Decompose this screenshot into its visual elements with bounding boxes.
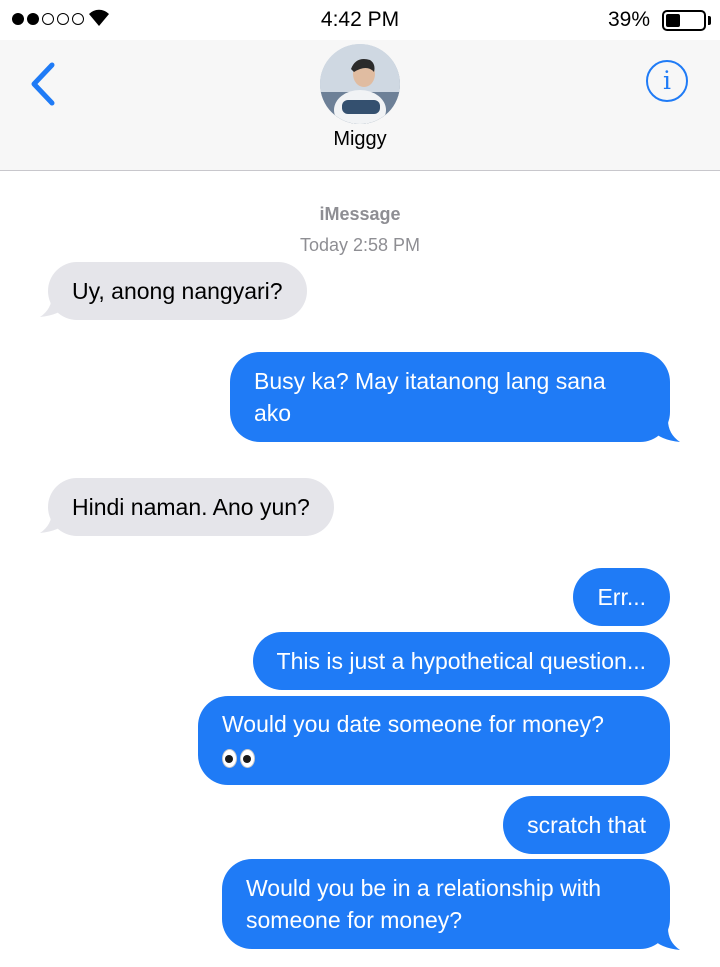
eyes-emoji-icon <box>222 749 255 769</box>
message-bubble-outgoing[interactable]: Err... <box>573 568 670 626</box>
eye-left <box>222 749 237 769</box>
message-bubble-outgoing[interactable]: scratch that <box>503 796 670 854</box>
conversation-header: Miggy i <box>0 40 720 171</box>
contact-avatar[interactable] <box>320 44 400 124</box>
message-bubble-outgoing[interactable]: This is just a hypothetical question... <box>252 632 670 690</box>
message-bubble-outgoing[interactable]: Would you date someone for money? <box>198 696 670 785</box>
message-bubble-incoming[interactable]: Uy, anong nangyari? <box>48 262 307 320</box>
chevron-left-icon <box>31 62 55 106</box>
battery-icon <box>662 10 706 31</box>
battery-percentage: 39% <box>607 8 650 31</box>
message-text: Would you date someone for money? <box>222 711 604 737</box>
info-icon: i <box>663 66 671 95</box>
service-label: iMessage <box>319 204 401 224</box>
message-timestamp: Today 2:58 PM <box>299 235 421 255</box>
back-button[interactable] <box>28 58 68 110</box>
eye-right <box>240 749 255 769</box>
avatar-photo <box>320 44 400 124</box>
contact-name[interactable]: Miggy <box>0 128 720 151</box>
message-bubble-outgoing[interactable]: Would you be in a relationship with some… <box>222 859 670 949</box>
info-button[interactable]: i <box>646 60 688 102</box>
status-bar: 4:42 PM 39% <box>0 0 720 40</box>
battery-cap <box>708 16 711 25</box>
message-bubble-outgoing[interactable]: Busy ka? May itatanong lang sana ako <box>230 352 670 442</box>
battery-level-fill <box>666 14 681 27</box>
message-bubble-incoming[interactable]: Hindi naman. Ano yun? <box>48 478 334 536</box>
